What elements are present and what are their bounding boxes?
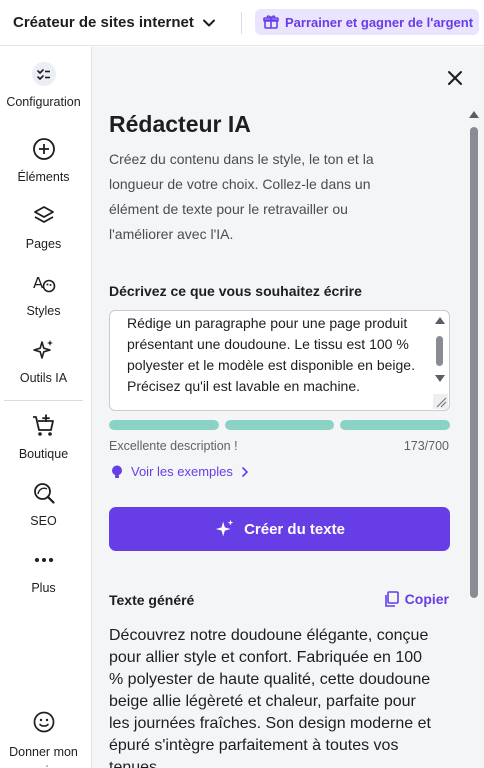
prompt-text: Rédige un paragraphe pour une page produ… (127, 315, 415, 394)
scroll-up-arrow-icon[interactable] (435, 317, 445, 324)
sidebar-item-pages[interactable]: Pages (0, 203, 87, 251)
site-switcher-label: Créateur de sites internet (13, 14, 194, 31)
scroll-up-arrow-icon[interactable] (469, 111, 479, 118)
sidebar-item-label: Configuration (6, 95, 81, 109)
scroll-thumb[interactable] (470, 127, 478, 598)
sidebar-item-label: Éléments (17, 170, 70, 184)
quality-label: Excellente description ! (109, 439, 238, 453)
sidebar-item-configuration[interactable]: Configuration (0, 61, 87, 109)
cart-icon (31, 413, 57, 439)
copy-button[interactable]: Copier (383, 591, 449, 607)
generated-text-label: Texte généré (109, 592, 195, 608)
sidebar-item-label: Donner mon avis (9, 745, 78, 768)
seo-search-icon (32, 480, 56, 506)
chevron-down-icon (202, 16, 216, 30)
top-bar: Créateur de sites internet Parrainer et … (0, 0, 484, 46)
generated-text: Découvrez notre doudoune élégante, conçu… (109, 627, 431, 768)
palette-icon: A (32, 270, 56, 296)
sidebar-item-shop[interactable]: Boutique (0, 413, 87, 461)
copy-icon (384, 591, 399, 607)
create-text-button[interactable]: Créer du texte (109, 507, 450, 551)
layers-icon (32, 203, 56, 229)
refer-earn-label: Parrainer et gagner de l'argent (285, 14, 474, 30)
svg-text:A: A (33, 274, 44, 292)
copy-label: Copier (404, 591, 449, 607)
sidebar-item-label: Plus (31, 581, 56, 595)
chevron-right-icon (242, 466, 249, 477)
sidebar-item-more[interactable]: Plus (0, 547, 87, 595)
sidebar-item-feedback[interactable]: Donner mon avis (0, 709, 87, 768)
sidebar-item-styles[interactable]: A Styles (0, 270, 87, 318)
scroll-thumb[interactable] (436, 336, 443, 366)
prompt-label: Décrivez ce que vous souhaitez écrire (109, 283, 362, 299)
site-switcher[interactable]: Créateur de sites internet (0, 0, 216, 46)
panel-description: Créez du contenu dans le style, le ton e… (109, 151, 374, 242)
gift-icon (263, 15, 279, 29)
quality-segment (109, 420, 219, 430)
char-count: 173/700 (403, 439, 449, 453)
quality-meter (109, 420, 451, 430)
checklist-icon (31, 61, 57, 87)
sidebar-item-elements[interactable]: Éléments (0, 136, 87, 184)
plus-circle-icon (32, 136, 56, 162)
feedback-smile-icon (32, 709, 56, 735)
prompt-textarea[interactable]: Rédige un paragraphe pour une page produ… (109, 310, 450, 411)
see-examples-label: Voir les exemples (131, 464, 233, 479)
more-dots-icon (32, 547, 56, 573)
sparkles-icon (215, 519, 234, 537)
topbar-divider (241, 12, 242, 34)
sidebar-item-label: Outils IA (19, 371, 68, 385)
create-text-label: Créer du texte (244, 520, 345, 538)
panel-title: Rédacteur IA (109, 111, 251, 137)
quality-segment (224, 420, 335, 430)
quality-segment (340, 420, 451, 430)
scroll-down-arrow-icon[interactable] (435, 375, 445, 382)
sidebar-item-label: Pages (25, 237, 62, 251)
ai-writer-panel: Rédacteur IA Créez du contenu dans le st… (91, 47, 484, 768)
left-sidebar: Configuration Éléments Pages A Styles Ou… (0, 47, 87, 768)
see-examples-link[interactable]: Voir les exemples (111, 464, 249, 479)
close-icon (448, 71, 462, 85)
panel-scrollbar[interactable] (467, 109, 481, 768)
lightbulb-icon (112, 465, 122, 478)
close-panel-button[interactable] (444, 67, 466, 89)
sparkles-icon (32, 337, 56, 363)
sidebar-item-label: Boutique (18, 447, 69, 461)
sidebar-item-ai-tools[interactable]: Outils IA (0, 337, 87, 385)
refer-earn-button[interactable]: Parrainer et gagner de l'argent (255, 9, 479, 35)
sidebar-item-seo[interactable]: SEO (0, 480, 87, 528)
sidebar-divider (4, 400, 83, 401)
sidebar-item-label: Styles (26, 304, 61, 318)
sidebar-item-label: SEO (30, 514, 57, 528)
resize-handle-icon[interactable] (433, 394, 448, 409)
